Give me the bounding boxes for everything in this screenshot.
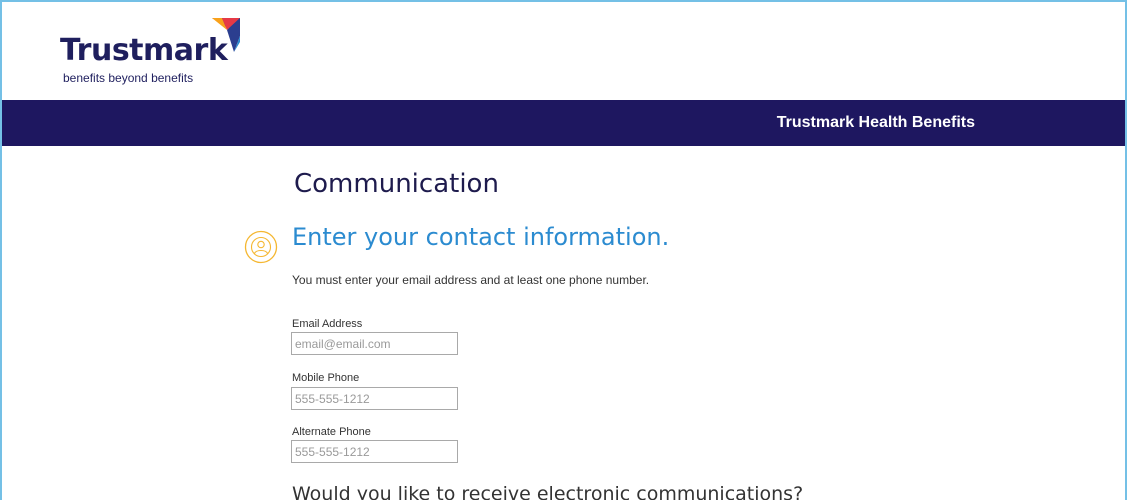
electronic-communications-question: Would you like to receive electronic com…: [292, 483, 804, 500]
email-field[interactable]: [291, 332, 458, 355]
section-heading: Enter your contact information.: [292, 223, 670, 251]
page-frame: Trustmark benefits beyond benefits Trust…: [0, 0, 1127, 500]
nav-bar: Trustmark Health Benefits: [2, 100, 1125, 146]
email-label: Email Address: [292, 318, 363, 330]
logo-wordmark: Trustmark: [60, 33, 228, 68]
alternate-phone-field[interactable]: [291, 440, 458, 463]
page-title: Communication: [294, 169, 499, 199]
logo-tagline: benefits beyond benefits: [63, 71, 194, 85]
trustmark-logo[interactable]: Trustmark benefits beyond benefits: [60, 18, 250, 98]
instructions-text: You must enter your email address and at…: [292, 273, 650, 287]
site-header: Trustmark benefits beyond benefits: [2, 2, 1125, 100]
mobile-phone-label: Mobile Phone: [292, 372, 360, 384]
alternate-phone-label: Alternate Phone: [292, 426, 371, 438]
mobile-phone-field[interactable]: [291, 387, 458, 410]
nav-bar-title: Trustmark Health Benefits: [776, 114, 975, 131]
user-circle-icon: [244, 230, 278, 264]
